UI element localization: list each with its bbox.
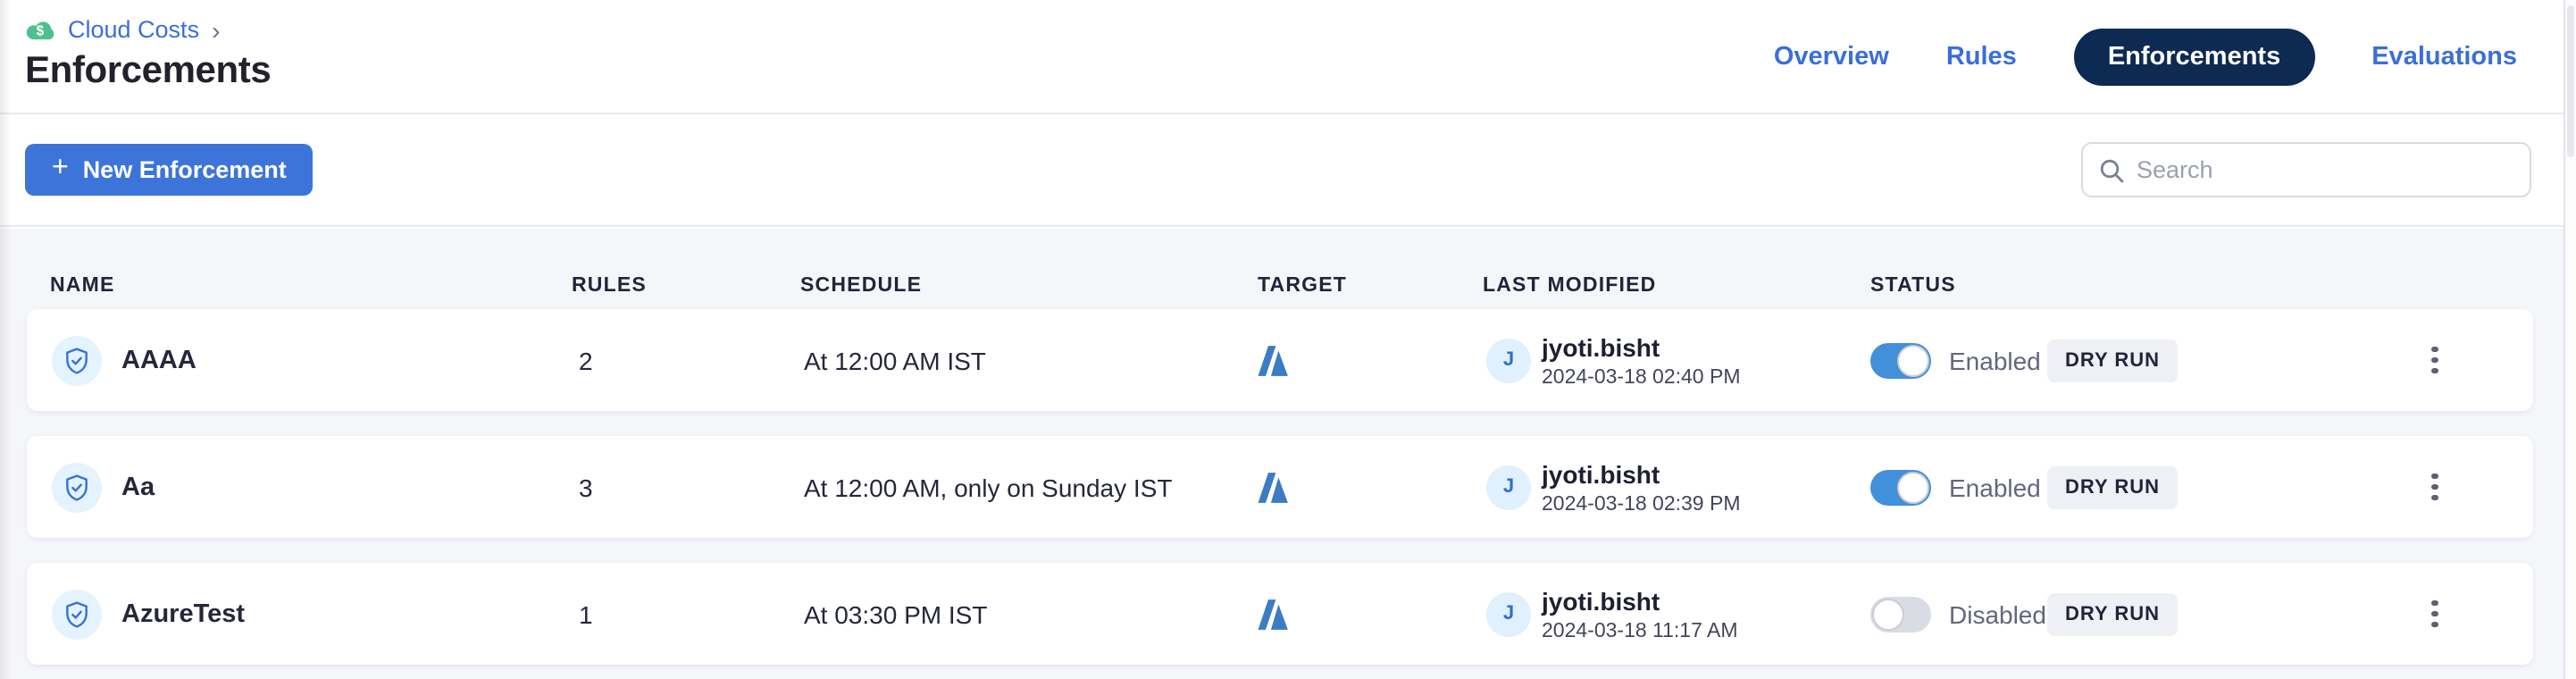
cloud-costs-module-icon: $ (25, 18, 57, 41)
tab-evaluations[interactable]: Evaluations (2371, 43, 2517, 71)
search-box[interactable] (2081, 142, 2531, 197)
enforcement-shield-icon (52, 335, 102, 385)
new-enforcement-label: New Enforcement (83, 156, 287, 183)
plus-icon: + (52, 155, 69, 183)
kebab-menu-button[interactable] (2415, 587, 2455, 641)
new-enforcement-button[interactable]: + New Enforcement (25, 144, 314, 196)
avatar: J (1486, 591, 1531, 636)
azure-icon (1256, 597, 1290, 631)
scrollbar[interactable] (2563, 0, 2576, 679)
modified-by: jyoti.bisht (1542, 586, 1738, 615)
column-header-status: STATUS (1870, 275, 1956, 297)
modified-by: jyoti.bisht (1542, 459, 1741, 488)
page: $ Cloud Costs › Enforcements Overview Ru… (0, 0, 2576, 679)
dry-run-badge: DRY RUN (2047, 592, 2178, 635)
dry-run-badge: DRY RUN (2047, 465, 2178, 508)
page-header: $ Cloud Costs › Enforcements Overview Ru… (0, 0, 2576, 114)
column-header-last-modified: LAST MODIFIED (1483, 275, 1657, 297)
module-nav: Overview Rules Enforcements Evaluations (1774, 0, 2517, 114)
rules-count: 2 (579, 346, 593, 374)
last-modified-cell: jyoti.bisht 2024-03-18 11:17 AM (1542, 586, 1738, 641)
svg-text:$: $ (37, 23, 45, 38)
avatar: J (1486, 465, 1531, 509)
enforcement-shield-icon (52, 589, 102, 639)
tab-rules[interactable]: Rules (1946, 43, 2017, 71)
status-label: Disabled (1949, 599, 2046, 628)
schedule-text: At 03:30 PM IST (804, 599, 987, 628)
breadcrumb-link[interactable]: Cloud Costs (68, 16, 199, 43)
toolbar: + New Enforcement (0, 114, 2576, 227)
page-title: Enforcements (25, 50, 271, 93)
avatar: J (1486, 338, 1531, 382)
kebab-menu-button[interactable] (2415, 460, 2455, 514)
status-toggle[interactable] (1870, 469, 1931, 505)
kebab-menu-button[interactable] (2415, 333, 2455, 387)
status-label: Enabled (1949, 346, 2041, 374)
scrollbar-thumb[interactable] (2567, 5, 2574, 157)
table-row[interactable]: AAAA 2 At 12:00 AM IST J jyoti.bisht 202… (27, 309, 2533, 411)
azure-icon (1256, 343, 1290, 377)
enforcement-name: Aa (121, 473, 155, 501)
column-header-schedule: SCHEDULE (800, 275, 922, 297)
toggle-knob (1872, 598, 1904, 630)
search-icon (2099, 157, 2124, 182)
last-modified-cell: jyoti.bisht 2024-03-18 02:39 PM (1542, 459, 1741, 515)
column-header-name: NAME (50, 275, 115, 297)
modified-at: 2024-03-18 02:39 PM (1542, 493, 1741, 515)
tab-enforcements[interactable]: Enforcements (2074, 29, 2314, 86)
breadcrumb-chevron-icon: › (212, 17, 220, 42)
toggle-knob (1897, 471, 1929, 503)
azure-icon (1256, 470, 1290, 504)
table-row[interactable]: AzureTest 1 At 03:30 PM IST J jyoti.bish… (27, 563, 2533, 665)
schedule-text: At 12:00 AM IST (804, 346, 986, 374)
modified-at: 2024-03-18 02:40 PM (1542, 366, 1741, 388)
dry-run-badge: DRY RUN (2047, 339, 2178, 381)
breadcrumb[interactable]: $ Cloud Costs › (25, 16, 220, 43)
column-header-target: TARGET (1258, 275, 1347, 297)
status-toggle[interactable] (1870, 596, 1931, 632)
rules-count: 1 (579, 599, 593, 628)
enforcement-name: AAAA (121, 346, 197, 374)
search-input[interactable] (2137, 156, 2513, 183)
modified-by: jyoti.bisht (1542, 332, 1741, 361)
enforcement-name: AzureTest (121, 599, 245, 628)
column-header-rules: RULES (572, 275, 647, 297)
status-label: Enabled (1949, 473, 2041, 501)
table-row[interactable]: Aa 3 At 12:00 AM, only on Sunday IST J j… (27, 436, 2533, 538)
rules-count: 3 (579, 473, 593, 501)
table-header-row: NAME RULES SCHEDULE TARGET LAST MODIFIED… (0, 229, 2576, 309)
toggle-knob (1897, 344, 1929, 376)
enforcement-shield-icon (52, 462, 102, 512)
status-toggle[interactable] (1870, 342, 1931, 378)
modified-at: 2024-03-18 11:17 AM (1542, 620, 1738, 641)
tab-overview[interactable]: Overview (1774, 43, 1889, 71)
last-modified-cell: jyoti.bisht 2024-03-18 02:40 PM (1542, 332, 1741, 388)
schedule-text: At 12:00 AM, only on Sunday IST (804, 473, 1172, 501)
enforcements-table: NAME RULES SCHEDULE TARGET LAST MODIFIED… (0, 229, 2576, 679)
